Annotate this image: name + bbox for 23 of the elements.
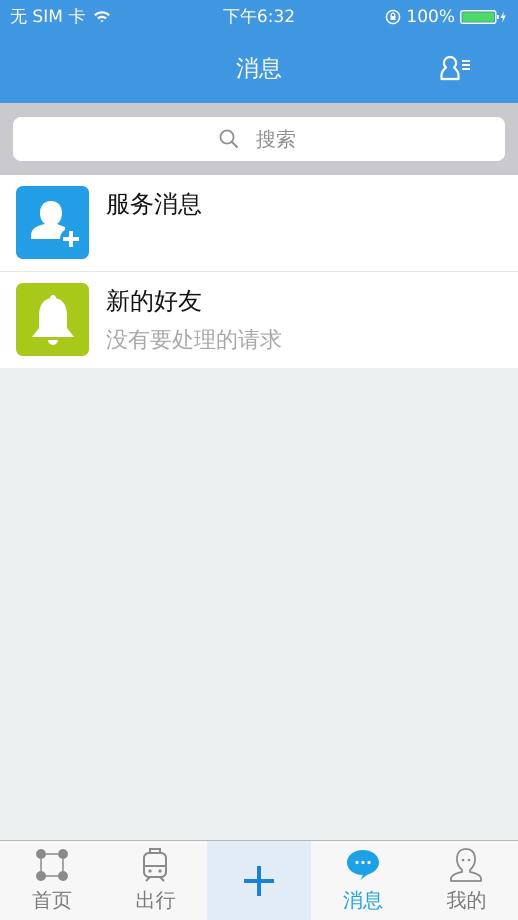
search-field[interactable]: 搜索 bbox=[13, 117, 505, 161]
nav-title: 消息 bbox=[236, 54, 282, 84]
chat-bubble-icon bbox=[344, 847, 381, 883]
message-item[interactable]: 服务消息 bbox=[0, 175, 518, 271]
message-title: 新的好友 bbox=[106, 286, 203, 317]
message-subtitle: 没有要处理的请求 bbox=[106, 327, 282, 355]
person-icon bbox=[448, 847, 484, 883]
carrier-text: 无 SIM 卡 bbox=[10, 6, 86, 28]
tab-item[interactable]: 消息 bbox=[311, 841, 414, 920]
battery-percent: 100% bbox=[406, 6, 455, 26]
message-item[interactable]: 新的好友 没有要处理的请求 bbox=[0, 271, 518, 368]
battery-charging-icon bbox=[460, 8, 508, 24]
tab-item[interactable]: 我的 bbox=[414, 841, 518, 920]
message-title: 服务消息 bbox=[106, 189, 202, 220]
rotation-lock-icon bbox=[385, 8, 402, 24]
plus-icon bbox=[242, 864, 276, 898]
status-time: 下午6:32 bbox=[222, 6, 296, 28]
grid-icon bbox=[34, 847, 70, 883]
tab-item[interactable]: 出行 bbox=[104, 841, 207, 920]
tab-item[interactable]: 首页 bbox=[0, 841, 104, 920]
wifi-icon bbox=[93, 10, 112, 23]
search-icon bbox=[219, 129, 239, 149]
add-button[interactable] bbox=[207, 841, 311, 920]
